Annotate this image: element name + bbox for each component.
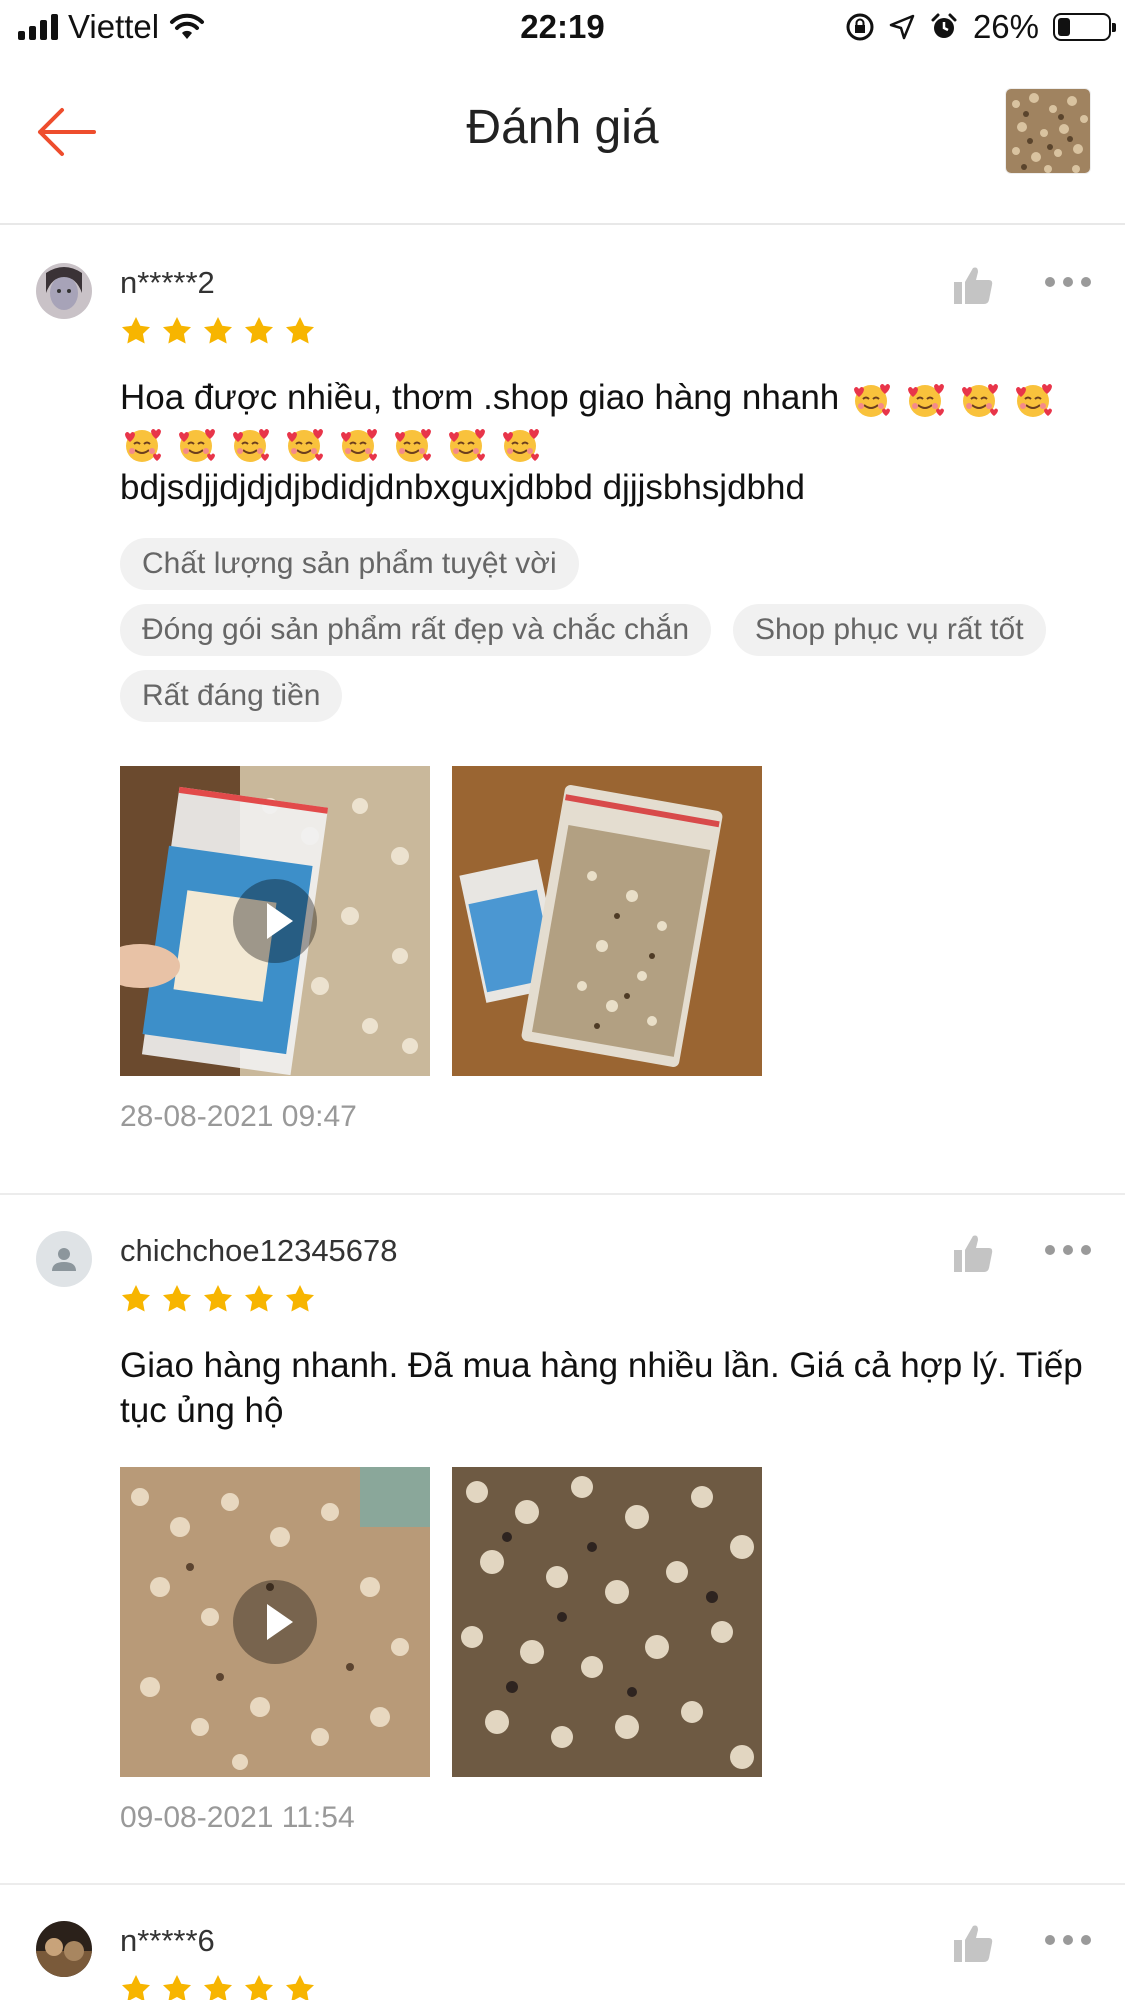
avatar[interactable] (36, 263, 92, 319)
review-tag: Đóng gói sản phẩm rất đẹp và chắc chắn (120, 604, 712, 656)
star-icon (122, 317, 150, 344)
smiling-face-with-hearts-icon (125, 428, 161, 462)
review-item: n*****2 Hoa được nhiều, thơm .shop giao … (0, 227, 1125, 1195)
star-rating (120, 315, 1089, 349)
reviewer-name: n*****2 (120, 265, 215, 300)
more-options-icon[interactable] (1045, 1935, 1091, 1949)
star-icon (204, 1285, 232, 1312)
smiling-face-with-hearts-icon (179, 428, 215, 462)
star-icon (163, 1285, 191, 1312)
header: Đánh giá (0, 70, 1125, 225)
review-date: 09-08-2021 11:54 (120, 1801, 355, 1834)
review-text-line2: bdjsdjjdjdjdjbdidjdnbxguxjdbbd djjjsbhsj… (120, 468, 805, 507)
avatar[interactable] (36, 1231, 92, 1287)
review-video-thumbnail[interactable] (120, 1467, 430, 1777)
review-date: 28-08-2021 09:47 (120, 1100, 357, 1133)
location-icon (889, 14, 915, 40)
avatar[interactable] (36, 1921, 92, 1977)
star-rating (120, 1283, 1089, 1317)
smiling-face-with-hearts-icon (233, 428, 269, 462)
smiling-face-with-hearts-icon (449, 428, 485, 462)
more-options-icon[interactable] (1045, 277, 1091, 291)
review-text: Hoa được nhiều, thơm .shop giao hàng nha… (120, 375, 1089, 510)
star-icon (122, 1975, 150, 2000)
product-thumbnail[interactable] (1005, 88, 1091, 174)
review-list: n*****2 Hoa được nhiều, thơm .shop giao … (0, 227, 1125, 2000)
more-options-icon[interactable] (1045, 1245, 1091, 1259)
review-image-thumbnail[interactable] (452, 766, 762, 1076)
star-icon (163, 317, 191, 344)
star-icon (245, 1975, 273, 2000)
review-item: chichchoe12345678 Giao hàng nhanh. Đã mu… (0, 1195, 1125, 1885)
status-bar: Viettel 22:19 26% (0, 0, 1125, 56)
smiling-face-with-hearts-icon (503, 428, 539, 462)
review-image-thumbnail[interactable] (452, 1467, 762, 1777)
thumbs-up-icon[interactable] (951, 1921, 995, 1965)
review-tag: Shop phục vụ rất tốt (733, 604, 1046, 656)
star-icon (286, 1975, 314, 2000)
review-tag: Chất lượng sản phẩm tuyệt vời (120, 538, 579, 590)
star-rating (120, 1973, 1089, 2000)
smiling-face-with-hearts-icon (341, 428, 377, 462)
battery-percent: 26% (972, 8, 1039, 45)
review-media (120, 1467, 1089, 1777)
play-icon[interactable] (233, 879, 317, 963)
thumbs-up-icon[interactable] (951, 263, 995, 307)
reviewer-name: n*****6 (120, 1923, 215, 1958)
star-icon (122, 1285, 150, 1312)
rotation-lock-icon (846, 13, 874, 41)
star-icon (163, 1975, 191, 2000)
smiling-face-with-hearts-icon (395, 428, 431, 462)
star-icon (245, 317, 273, 344)
thumbs-up-icon[interactable] (951, 1231, 995, 1275)
review-tags: Chất lượng sản phẩm tuyệt vời Đóng gói s… (120, 538, 1089, 722)
status-bar-right: 26% (845, 8, 1116, 46)
alarm-icon (931, 13, 957, 38)
review-media (120, 766, 1089, 1076)
star-icon (204, 317, 232, 344)
product-image (1006, 89, 1090, 173)
review-text-line1: Hoa được nhiều, thơm .shop giao hàng nha… (120, 378, 840, 417)
page-title: Đánh giá (466, 101, 659, 154)
star-icon (204, 1975, 232, 2000)
reviewer-name: chichchoe12345678 (120, 1233, 398, 1268)
star-icon (286, 317, 314, 344)
smiling-face-with-hearts-icon (854, 383, 890, 417)
star-icon (286, 1285, 314, 1312)
smiling-face-with-hearts-icon (908, 383, 944, 417)
smiling-face-with-hearts-icon (962, 383, 998, 417)
default-user-icon (52, 1248, 76, 1271)
review-text: Giao hàng nhanh. Đã mua hàng nhiều lần. … (120, 1346, 1083, 1430)
star-icon (245, 1285, 273, 1312)
smiling-face-with-hearts-icon (287, 428, 323, 462)
smiling-face-with-hearts-icon (1016, 383, 1052, 417)
battery-icon (1053, 13, 1116, 41)
play-icon[interactable] (233, 1580, 317, 1664)
review-tag: Rất đáng tiền (120, 670, 343, 722)
review-video-thumbnail[interactable] (120, 766, 430, 1076)
review-item: n*****6 (0, 1885, 1125, 2000)
